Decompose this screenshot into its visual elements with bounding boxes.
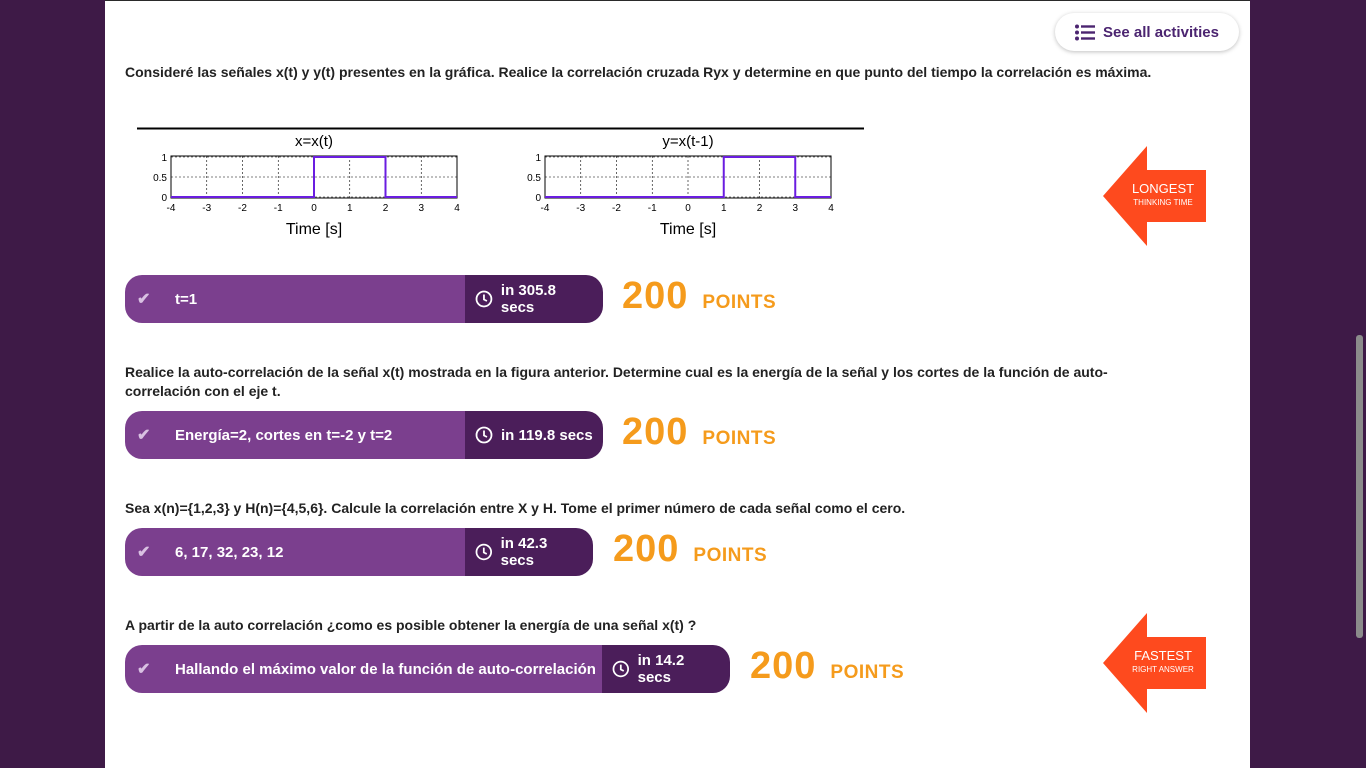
answer-time: in 14.2 secs (602, 645, 730, 693)
points-award: 200 POINTS (750, 645, 904, 688)
x-tick-label: 2 (757, 203, 763, 214)
answer-bar: ✔ t=1 in 305.8 secs (125, 275, 603, 323)
check-icon: ✔ (137, 661, 151, 678)
plot-title: y=x(t-1) (662, 133, 713, 150)
clock-icon (475, 290, 493, 308)
x-tick-label: 0 (685, 203, 691, 214)
x-tick-label: 2 (383, 203, 389, 214)
points-label: POINTS (693, 545, 768, 566)
scrollbar-thumb[interactable] (1356, 335, 1363, 638)
list-icon (1075, 24, 1096, 40)
arrow-badge-icon (1103, 146, 1206, 246)
x-tick-label: 1 (721, 203, 727, 214)
points-award: 200 POINTS (613, 528, 767, 571)
x-tick-label: -4 (541, 203, 550, 214)
answer-bar: ✔ Energía=2, cortes en t=-2 y t=2 in 119… (125, 411, 603, 459)
answer-time: in 305.8 secs (465, 275, 603, 323)
longest-thinking-badge: LONGEST THINKING TIME (1103, 146, 1207, 246)
answer-main: ✔ Energía=2, cortes en t=-2 y t=2 (125, 411, 465, 459)
signal-figure: x=x(t) 1 0.5 0 -4 -3 -2 -1 0 1 2 3 4 Time [s] y=x(t-1… (137, 127, 864, 238)
answer-text: Hallando el máximo valor de la función d… (175, 660, 596, 678)
points-value: 200 (613, 528, 680, 570)
answer-text: 6, 17, 32, 23, 12 (175, 543, 284, 561)
points-label: POINTS (830, 662, 905, 683)
points-label: POINTS (702, 292, 777, 313)
plot-y-t: y=x(t-1)10.50-4 -3 -2 -1 0 1 2 3 4Time [s] (527, 133, 834, 238)
question-text: Sea x(n)={1,2,3} y H(n)={4,5,6}. Calcule… (125, 500, 906, 516)
answer-main: ✔ Hallando el máximo valor de la función… (125, 645, 602, 693)
points-value: 200 (750, 645, 817, 687)
x-tick-label: -1 (274, 203, 283, 214)
check-icon: ✔ (137, 291, 151, 308)
clock-icon (475, 543, 493, 561)
clock-icon (475, 426, 493, 444)
check-icon: ✔ (137, 544, 151, 561)
y-tick-label: 0.5 (153, 173, 167, 184)
points-value: 200 (622, 411, 689, 453)
points-value: 200 (622, 275, 689, 317)
check-icon: ✔ (137, 427, 151, 444)
y-tick-label: 0.5 (527, 173, 541, 184)
y-tick-label: 1 (535, 153, 541, 164)
plot-title: x=x(t) (295, 133, 333, 150)
arrow-badge-icon (1103, 613, 1206, 713)
x-tick-label: 4 (828, 203, 834, 214)
activity-card: See all activities Consideré las señales… (105, 0, 1250, 768)
answer-bar: ✔ Hallando el máximo valor de la función… (125, 645, 730, 693)
plot-x-t: x=x(t)10.50-4 -3 -2 -1 0 1 2 3 4Time [s] (153, 133, 460, 238)
x-tick-label: -4 (167, 203, 176, 214)
time-text: in 14.2 secs (637, 652, 685, 686)
x-tick-label: 1 (347, 203, 353, 214)
x-tick-label: -3 (202, 203, 211, 214)
badge-title: FASTEST (1134, 648, 1192, 663)
x-tick-label: 0 (311, 203, 317, 214)
answer-main: ✔ 6, 17, 32, 23, 12 (125, 528, 465, 576)
see-all-label: See all activities (1103, 23, 1219, 41)
answer-time: in 42.3 secs (465, 528, 593, 576)
y-tick-label: 1 (161, 153, 167, 164)
points-label: POINTS (702, 428, 777, 449)
x-tick-label: 4 (454, 203, 460, 214)
answer-time: in 119.8 secs (465, 411, 603, 459)
points-award: 200 POINTS (622, 411, 776, 454)
points-award: 200 POINTS (622, 275, 776, 318)
time-text: in 119.8 secs (501, 426, 593, 444)
clock-icon (612, 660, 630, 678)
x-tick-label: -2 (612, 203, 621, 214)
fastest-answer-badge: FASTEST RIGHT ANSWER (1103, 613, 1207, 713)
badge-title: LONGEST (1131, 181, 1195, 196)
x-tick-label: 3 (418, 203, 424, 214)
answer-text: t=1 (175, 290, 198, 308)
badge-subtitle: THINKING TIME (1133, 198, 1193, 207)
x-axis-label: Time [s] (660, 221, 716, 238)
question-text: Consideré las señales x(t) y y(t) presen… (125, 64, 1152, 80)
see-all-activities-button[interactable]: See all activities (1055, 13, 1239, 51)
answer-text: Energía=2, cortes en t=-2 y t=2 (175, 426, 393, 444)
answer-bar: ✔ 6, 17, 32, 23, 12 in 42.3 secs (125, 528, 593, 576)
badge-subtitle: RIGHT ANSWER (1132, 665, 1194, 674)
x-tick-label: -2 (238, 203, 247, 214)
question-text: A partir de la auto correlación ¿como es… (125, 617, 697, 633)
time-text: in 305.8 secs (500, 282, 556, 316)
x-tick-label: -3 (576, 203, 585, 214)
x-tick-label: -1 (648, 203, 657, 214)
question-text: Realice la auto-correlación de la señal … (125, 364, 1108, 399)
time-text: in 42.3 secs (500, 535, 548, 569)
answer-main: ✔ t=1 (125, 275, 465, 323)
x-tick-label: 3 (792, 203, 798, 214)
x-axis-label: Time [s] (286, 221, 342, 238)
